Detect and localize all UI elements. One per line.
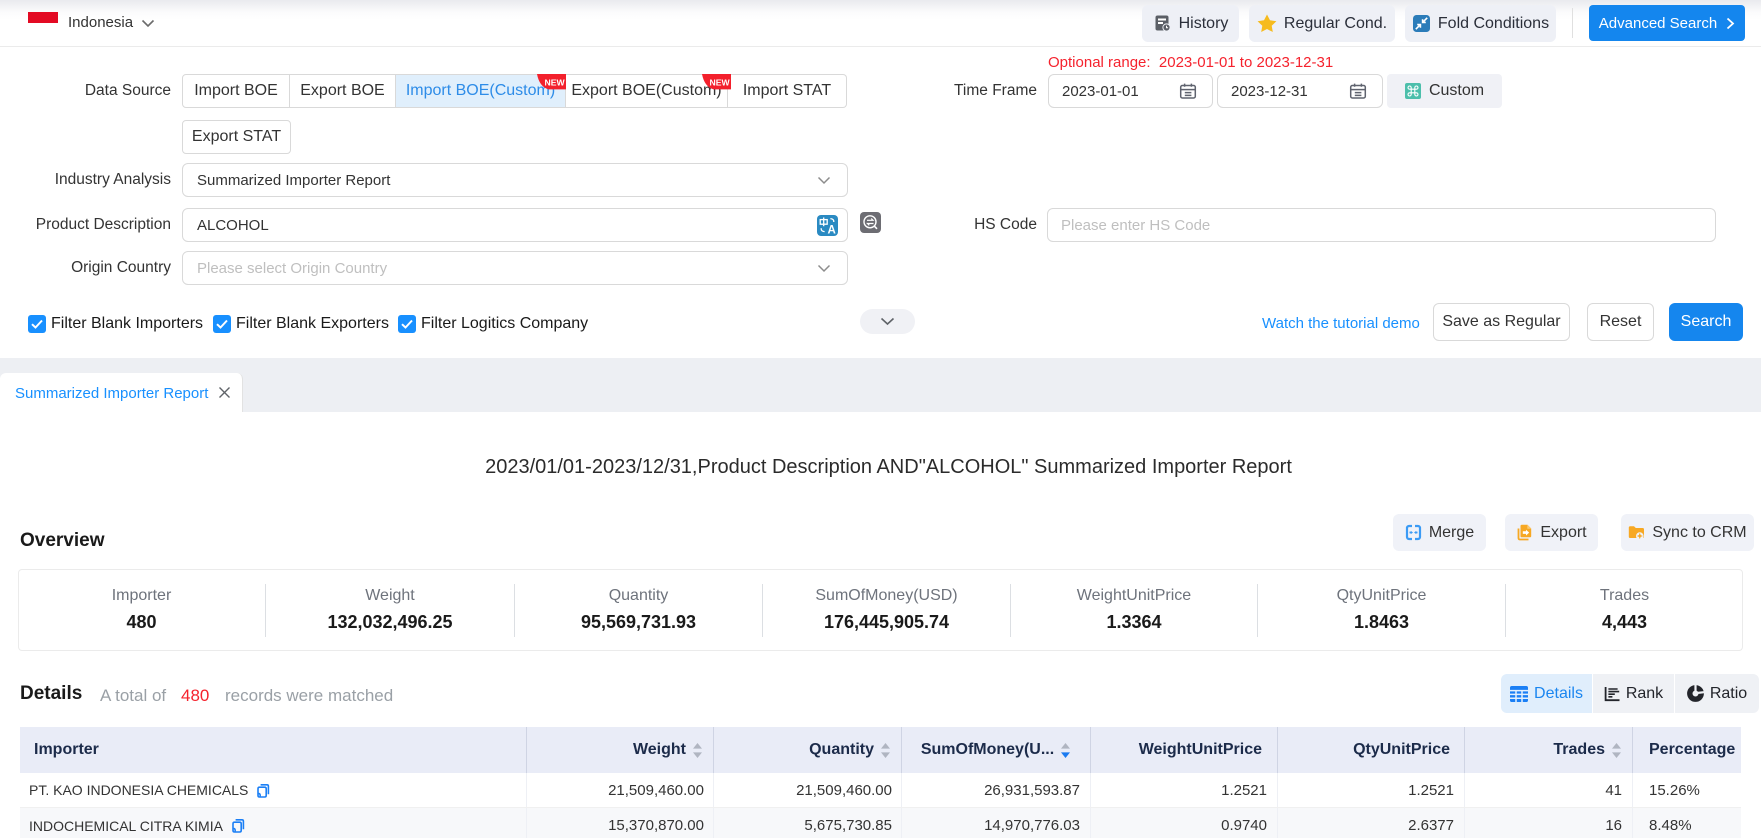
svg-text:NEW: NEW	[710, 77, 731, 87]
svg-text:NEW: NEW	[545, 77, 566, 87]
svg-text:A: A	[828, 224, 836, 236]
